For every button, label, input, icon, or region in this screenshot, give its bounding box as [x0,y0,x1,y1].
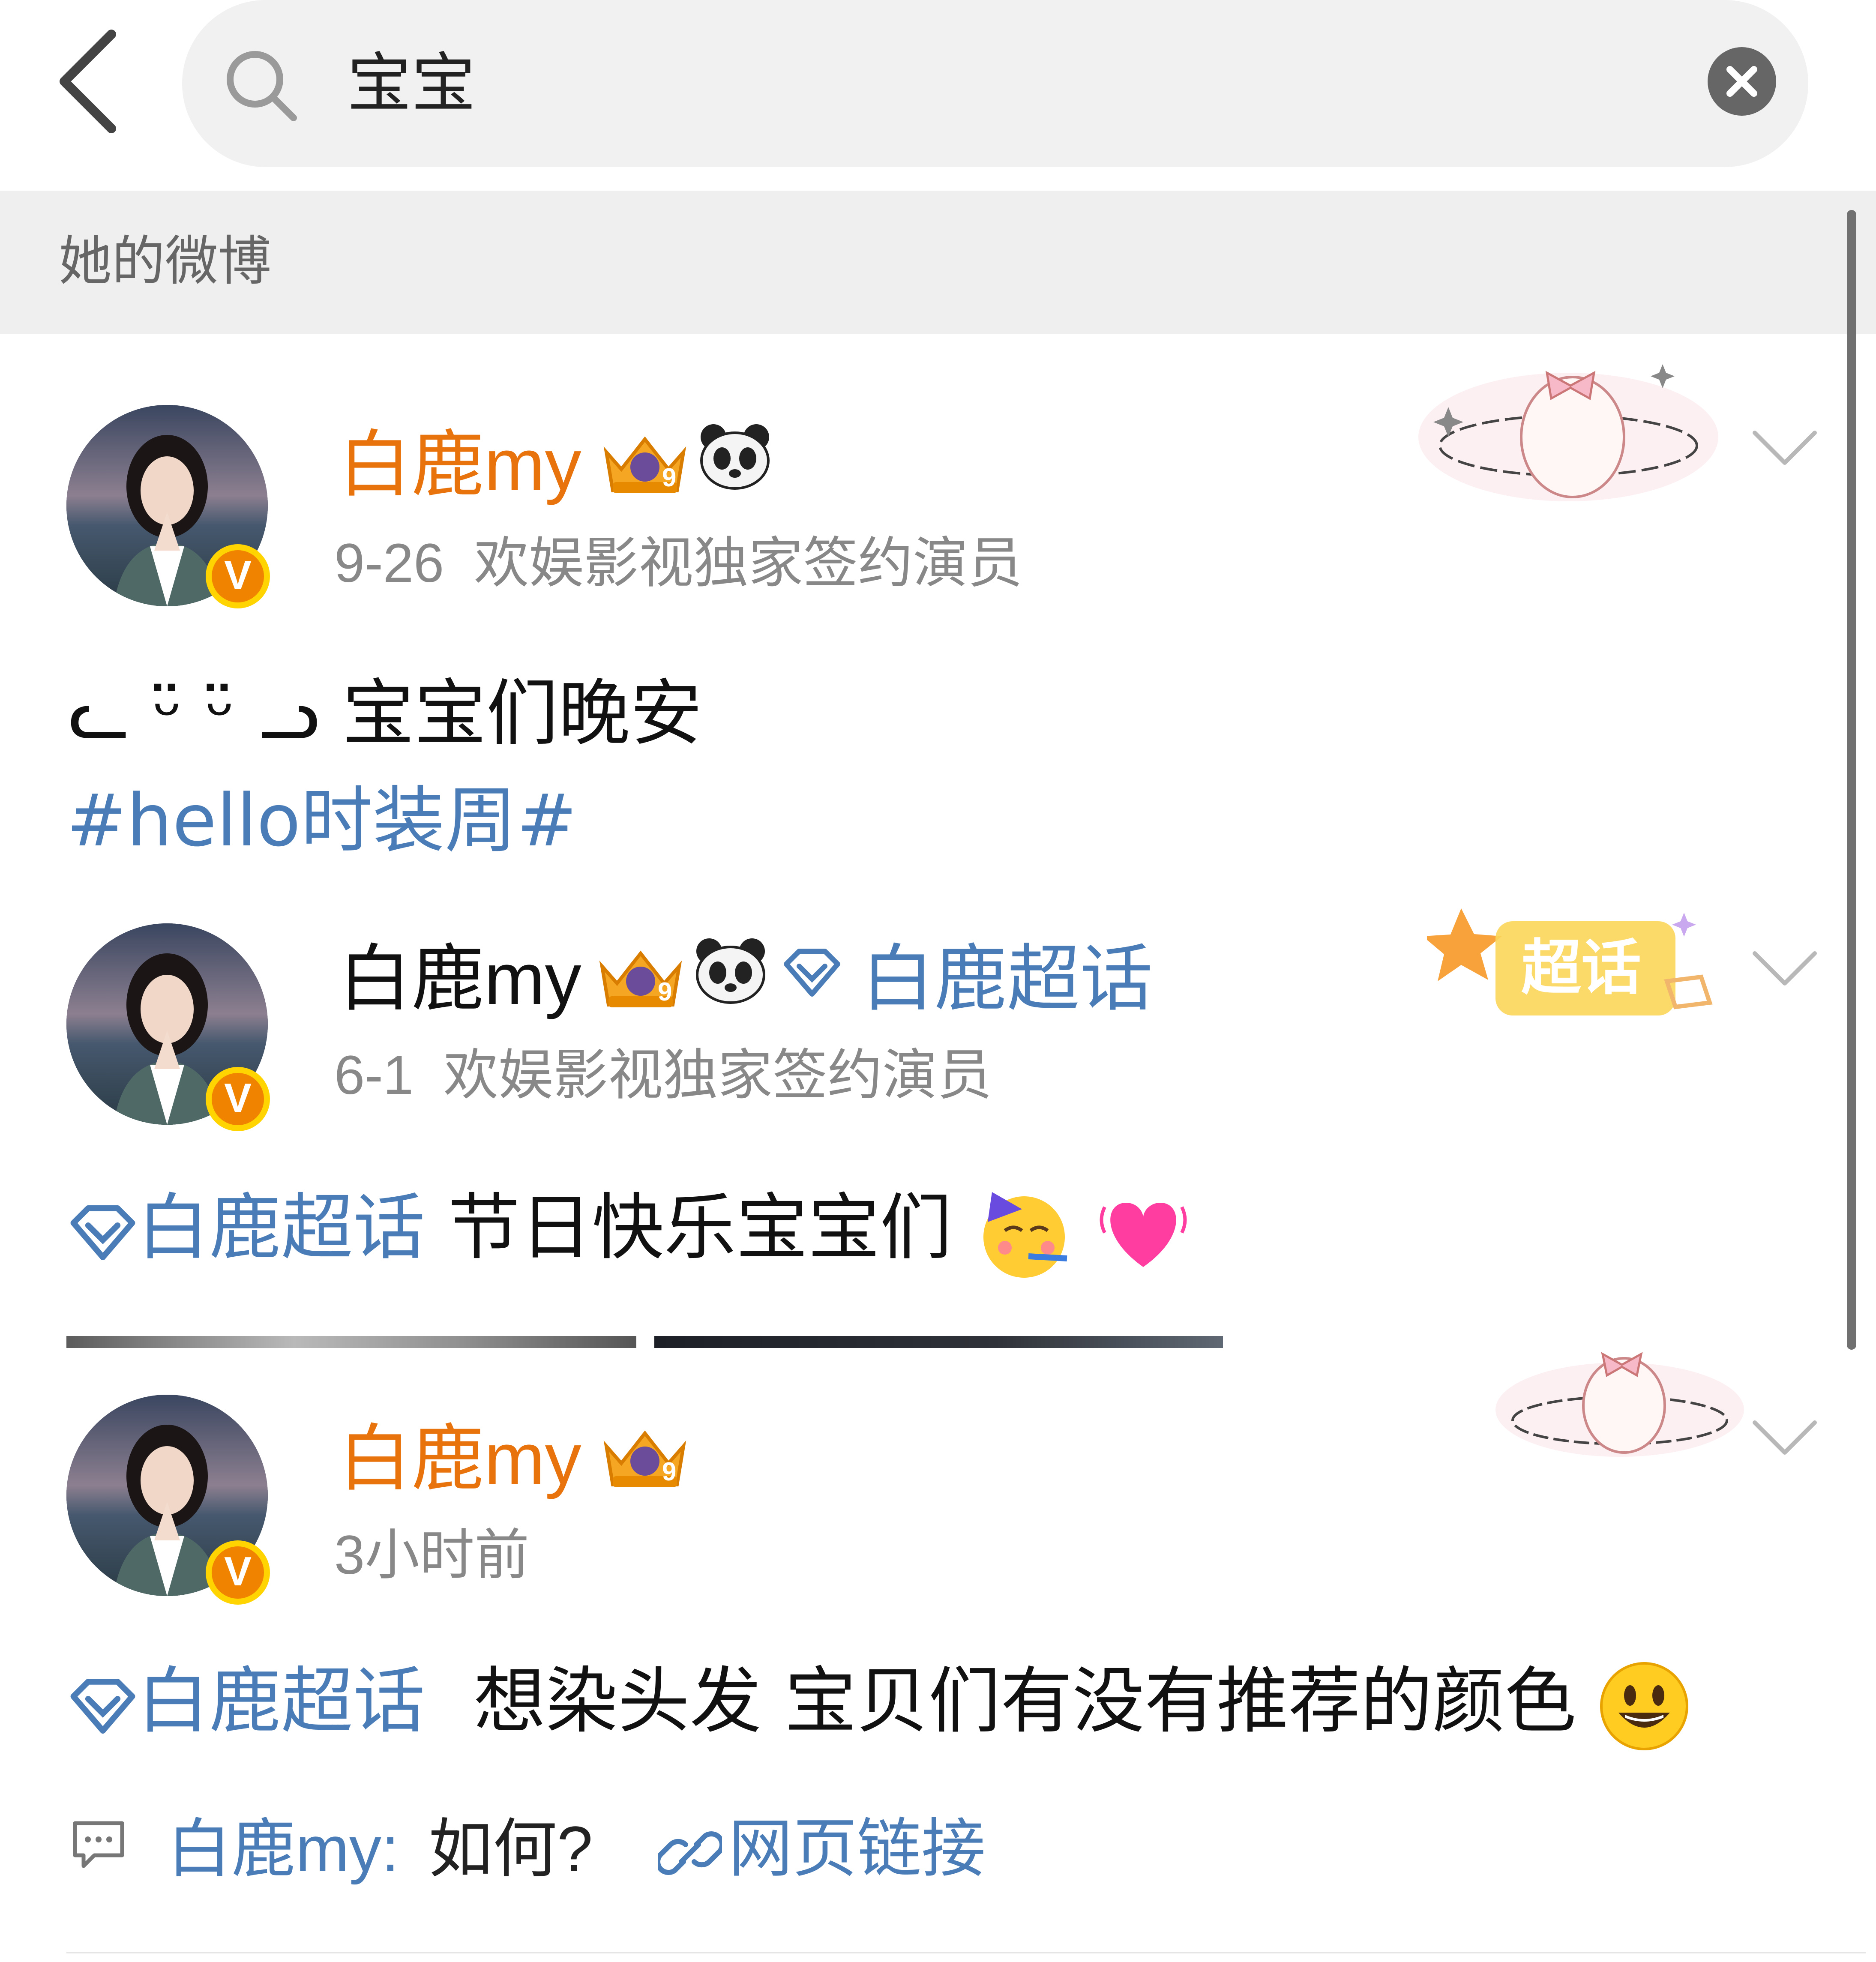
username[interactable]: 白鹿my [339,1414,581,1504]
post-source: 欢娱影视独家签约演员 [474,533,1023,594]
section-header [0,191,1876,334]
post-meta: 6-1 欢娱影视独家签约演员 [334,1039,992,1112]
web-link[interactable]: 网页链接 [728,1806,986,1892]
link-icon [658,1831,722,1875]
post-body: 白鹿超话 节日快乐宝宝们 [69,1180,1190,1282]
post-source: 欢娱影视独家签约演员 [444,1045,992,1106]
post-text: 节日快乐宝宝们 [448,1186,952,1270]
bunny-sticker-decoration [1495,1352,1744,1457]
post-time: 3小时前 [334,1525,530,1586]
kaomoji-text: ᓚ ᵕ̈ ᵕ̈ ᓗ [69,671,320,755]
panda-icon [696,938,765,1004]
post-body: ᓚ ᵕ̈ ᵕ̈ ᓗ 宝宝们晚安 [69,666,702,761]
post-meta: 9-26 欢娱影视独家签约演员 [334,527,1022,600]
post-image-thumbnail[interactable] [654,1336,1223,1348]
post-image-thumbnail[interactable] [66,1336,636,1348]
search-icon [227,51,297,121]
crown-badge-icon: 9 [599,950,682,1007]
party-face-emoji [983,1192,1067,1278]
back-arrow-icon[interactable] [51,26,137,137]
comment-username[interactable]: 白鹿my: [167,1806,399,1892]
panda-icon [700,424,770,490]
username-text: 白鹿my [339,938,581,1020]
badge-level: 9 [662,1457,676,1486]
supertopic-link[interactable]: 白鹿超话 [861,934,1153,1024]
section-title: 她的微博 [59,231,272,292]
username[interactable]: 白鹿my [339,934,581,1024]
post-date: 6-1 [334,1045,414,1106]
clear-search-button[interactable] [1708,47,1776,116]
username[interactable]: 白鹿my [339,420,581,510]
post-text: 想染头发 宝贝们有没有推荐的颜色 [473,1659,1576,1743]
scrollbar[interactable] [1847,210,1856,1350]
heart-emoji [1100,1203,1187,1267]
supertopic-diamond-icon [70,1679,135,1734]
badge-level: 9 [662,463,676,492]
clear-icon [1726,66,1757,97]
chevron-down-icon[interactable] [1750,424,1819,471]
post-body: 白鹿超话 想染头发 宝贝们有没有推荐的颜色 [69,1654,1689,1751]
badge-level: 9 [658,977,672,1006]
chevron-down-icon[interactable] [1750,945,1819,992]
supertopic-sticker-label: 超话 [1521,933,1642,1003]
supertopic-link[interactable]: 白鹿超话 [137,1186,425,1270]
verified-badge: V [206,1540,270,1605]
crown-badge-icon: 9 [603,1430,686,1487]
hashtag-link[interactable]: #hello时装周# [66,773,577,868]
supertopic-diamond-icon [784,949,840,997]
search-input[interactable]: 宝宝 [347,41,476,126]
divider [66,1952,1866,1953]
supertopic-diamond-icon [70,1205,135,1261]
supertopic-sticker-decoration: 超话 [1427,896,1735,1041]
crown-badge-icon: 9 [603,436,686,493]
comment-icon[interactable] [71,1819,126,1870]
comment-text: 如何? [429,1813,593,1885]
smiley-emoji [1600,1662,1689,1751]
post-date: 9-26 [334,533,444,594]
chevron-down-icon[interactable] [1750,1414,1819,1461]
bunny-sticker-decoration [1418,364,1718,501]
post-text: 宝宝们晚安 [342,671,702,755]
verified-badge: V [206,544,270,608]
verified-badge: V [206,1067,270,1131]
supertopic-link[interactable]: 白鹿超话 [137,1659,425,1743]
